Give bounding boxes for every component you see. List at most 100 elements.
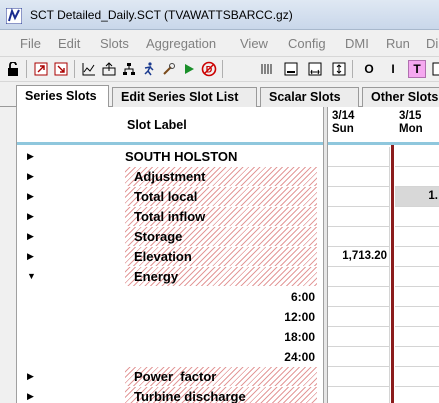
table-row[interactable]: 24:00 [17,347,439,367]
slot-label-cell[interactable]: Turbine discharge [125,387,317,403]
expand-arrow-icon[interactable]: ▶ [27,171,34,182]
value-cell[interactable] [395,307,439,327]
toolbar-separator [352,60,353,78]
tab-series-slots[interactable]: Series Slots [16,85,109,108]
value-cell[interactable] [395,267,439,287]
menu-di[interactable]: Di [426,36,438,51]
plot-icon[interactable] [80,60,98,78]
value-cell[interactable] [328,267,390,287]
value-cell[interactable]: 1. [395,187,439,207]
menu-file[interactable]: File [20,36,41,51]
value-cell[interactable] [395,147,439,167]
date-column-sun[interactable]: 3/14 Sun [332,110,354,136]
value-cell[interactable] [328,387,390,403]
value-cell[interactable] [395,247,439,267]
time-label: 24:00 [284,350,315,364]
collapse-arrow-icon[interactable]: ▼ [27,271,36,281]
table-row[interactable]: ▼ Energy [17,267,439,287]
expand-arrow-icon[interactable]: ▶ [27,231,34,242]
table-row[interactable]: ▶ Storage [17,227,439,247]
slot-label-cell[interactable]: Adjustment [125,167,317,187]
table-row[interactable]: 12:00 [17,307,439,327]
run-figure-icon[interactable] [140,60,158,78]
table-row[interactable]: ▶ Adjustment [17,167,439,187]
value-cell[interactable] [395,347,439,367]
value-cell[interactable] [395,227,439,247]
menu-dmi[interactable]: DMI [345,36,369,51]
menu-config[interactable]: Config [288,36,326,51]
menu-run[interactable]: Run [386,36,410,51]
value-cell[interactable] [395,327,439,347]
slot-label-cell[interactable]: Total local [125,187,317,207]
slot-label-header[interactable]: Slot Label [127,118,187,132]
cell-value: 1. [428,190,438,202]
tools-icon[interactable] [160,60,178,78]
menu-edit[interactable]: Edit [58,36,80,51]
expand-arrow-icon[interactable]: ▶ [27,211,34,222]
expand-arrow-icon[interactable]: ▶ [27,391,34,402]
slot-label: Total inflow [134,209,206,224]
expand-arrow-icon[interactable]: ▶ [27,151,34,162]
slot-label-cell[interactable]: Elevation [125,247,317,267]
table-row[interactable]: ▶ SOUTH HOLSTON [17,147,439,167]
value-cell[interactable] [328,187,390,207]
value-cell[interactable] [328,227,390,247]
table-row[interactable]: 18:00 [17,327,439,347]
date-column-mon[interactable]: 3/15 Mon [399,110,423,136]
slot-label-cell[interactable]: SOUTH HOLSTON [125,147,317,167]
value-cell[interactable] [328,167,390,187]
label-column-header: Slot Label [17,107,323,145]
value-cell[interactable] [328,147,390,167]
menu-slots[interactable]: Slots [100,36,129,51]
export-icon[interactable] [100,60,118,78]
table-row[interactable]: ▶ Power factor [17,367,439,387]
play-icon[interactable] [180,60,198,78]
value-cell[interactable] [328,327,390,347]
toolbar-separator [74,60,75,78]
slot-label-cell[interactable]: Energy [125,267,317,287]
expand-arrow-icon[interactable]: ▶ [27,371,34,382]
table-row[interactable]: 6:00 [17,287,439,307]
table-row[interactable]: ▶ Total inflow [17,207,439,227]
slot-label-cell[interactable]: Storage [125,227,317,247]
columns-icon[interactable] [258,60,276,78]
table-row[interactable]: ▶ Elevation 1,713.20 [17,247,439,267]
value-cell[interactable] [395,207,439,227]
value-cell[interactable] [395,287,439,307]
menu-view[interactable]: View [240,36,268,51]
expand-icon[interactable] [306,60,324,78]
expand-arrow-icon[interactable]: ▶ [27,191,34,202]
slot-label-cell[interactable]: Total inflow [125,207,317,227]
slot-grid: Slot Label 3/14 Sun 3/15 Mon ▶ SOUTH HOL… [16,107,439,403]
close-slot-icon[interactable] [52,60,70,78]
value-cell[interactable] [395,387,439,403]
t-button[interactable]: T [408,60,426,78]
bottom-align-icon[interactable] [282,60,300,78]
table-row[interactable]: ▶ Turbine discharge [17,387,439,403]
value-cell[interactable] [328,207,390,227]
tab-other-slots[interactable]: Other Slots [362,87,439,107]
resize-icon[interactable] [330,60,348,78]
stop-icon[interactable]: D [200,60,218,78]
open-slot-icon[interactable] [32,60,50,78]
expand-arrow-icon[interactable]: ▶ [27,251,34,262]
value-cell[interactable] [395,167,439,187]
overflow-icon[interactable] [428,60,439,78]
i-button[interactable]: I [384,60,402,78]
value-cell[interactable]: 1,713.20 [328,247,390,267]
table-row[interactable]: ▶ Total local 1. [17,187,439,207]
menu-aggregation[interactable]: Aggregation [146,36,216,51]
tab-scalar-slots[interactable]: Scalar Slots [260,87,359,107]
value-cell[interactable] [328,307,390,327]
time-label: 6:00 [290,290,315,304]
value-cell[interactable] [395,367,439,387]
tab-edit-series-slot-list[interactable]: Edit Series Slot List [112,87,257,107]
o-button[interactable]: O [360,60,378,78]
slot-label-cell[interactable]: Power factor [125,367,317,387]
time-label: 12:00 [284,310,315,324]
hierarchy-icon[interactable] [120,60,138,78]
value-cell[interactable] [328,347,390,367]
value-cell[interactable] [328,367,390,387]
value-cell[interactable] [328,287,390,307]
lock-icon[interactable] [4,60,22,78]
